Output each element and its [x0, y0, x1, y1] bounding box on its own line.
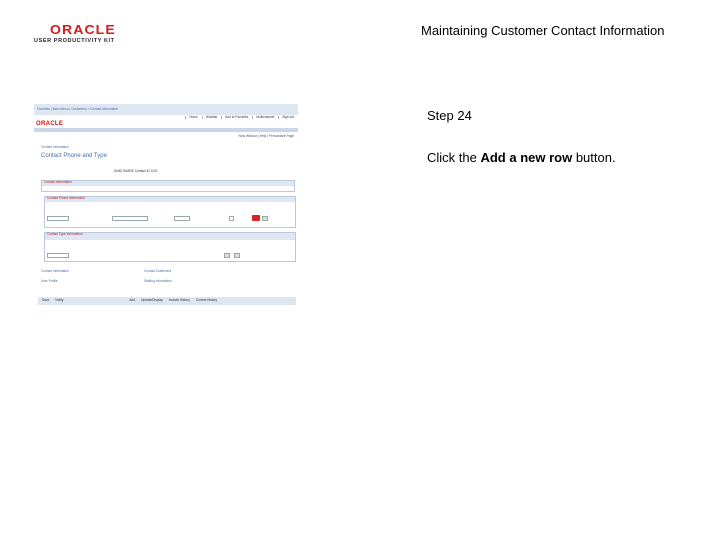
- shot-right-links: New Window | Help | Personalize Page: [238, 134, 294, 138]
- shot-section-header: Contact Type Information: [45, 232, 295, 240]
- shot-tab: Worklist: [201, 115, 217, 120]
- instruction-target: Add a new row: [480, 150, 573, 165]
- shot-breadcrumb: Contact Information: [41, 145, 69, 149]
- shot-contact-info-box: Contact Information: [41, 180, 295, 192]
- shot-contact-type-field: [47, 253, 69, 258]
- shot-type-add-button: [224, 253, 230, 258]
- shot-link: User Profile: [41, 279, 58, 283]
- shot-button: Include History: [168, 298, 190, 303]
- shot-section-header: Contact Phone Information: [45, 196, 295, 202]
- step-label: Step 24: [427, 108, 472, 123]
- document-title: Maintaining Customer Contact Information: [421, 23, 665, 38]
- shot-phone-box: Contact Phone Information: [44, 196, 296, 228]
- shot-add-row-button: [252, 215, 260, 221]
- shot-page-title: Contact Phone and Type: [41, 153, 107, 159]
- shot-tab: Multichannel: [252, 115, 274, 120]
- shot-band: [34, 128, 298, 132]
- screenshot-thumbnail: Favorites | Main Menu | Customers > Cont…: [34, 104, 298, 314]
- shot-primary-checkbox: [229, 216, 234, 221]
- shot-tabs: Home Worklist Add to Favorites Multichan…: [185, 115, 294, 120]
- shot-button: Save: [42, 298, 50, 303]
- shot-tab: Add to Favorites: [221, 115, 248, 120]
- instruction-prefix: Click the: [427, 150, 481, 165]
- shot-tab: Home: [185, 115, 198, 120]
- shot-delete-row-button: [262, 216, 268, 221]
- shot-nav: Favorites | Main Menu | Customers > Cont…: [37, 107, 118, 111]
- shot-link: Staffing Information: [144, 279, 172, 283]
- shot-phone-number-field: [112, 216, 148, 221]
- logo-subtitle: USER PRODUCTIVITY KIT: [34, 38, 115, 44]
- step-instruction: Click the Add a new row button.: [427, 150, 616, 165]
- shot-link: Contact Customers: [144, 269, 172, 273]
- shot-button: Correct History: [195, 298, 218, 303]
- shot-button: Notify: [55, 298, 64, 303]
- shot-section-header: Contact Information: [42, 180, 294, 186]
- shot-phone-type-field: [47, 216, 69, 221]
- shot-button: Add: [129, 298, 136, 303]
- shot-type-box: Contact Type Information: [44, 232, 296, 262]
- oracle-upk-logo: ORACLE USER PRODUCTIVITY KIT: [34, 22, 130, 48]
- logo-wordmark: ORACLE: [50, 22, 116, 37]
- instruction-suffix: button.: [572, 150, 616, 165]
- shot-type-delete-button: [234, 253, 240, 258]
- shot-tab: Sign out: [278, 115, 294, 120]
- shot-button-bar: Save Notify Add Update/Display Include H…: [38, 297, 296, 305]
- shot-extension-field: [174, 216, 190, 221]
- shot-button: Update/Display: [141, 298, 163, 303]
- shot-setid: SetID SHARE Contact ID 1021: [114, 169, 158, 173]
- shot-brand: ORACLE: [36, 121, 64, 127]
- shot-link: Contact Information: [41, 269, 69, 273]
